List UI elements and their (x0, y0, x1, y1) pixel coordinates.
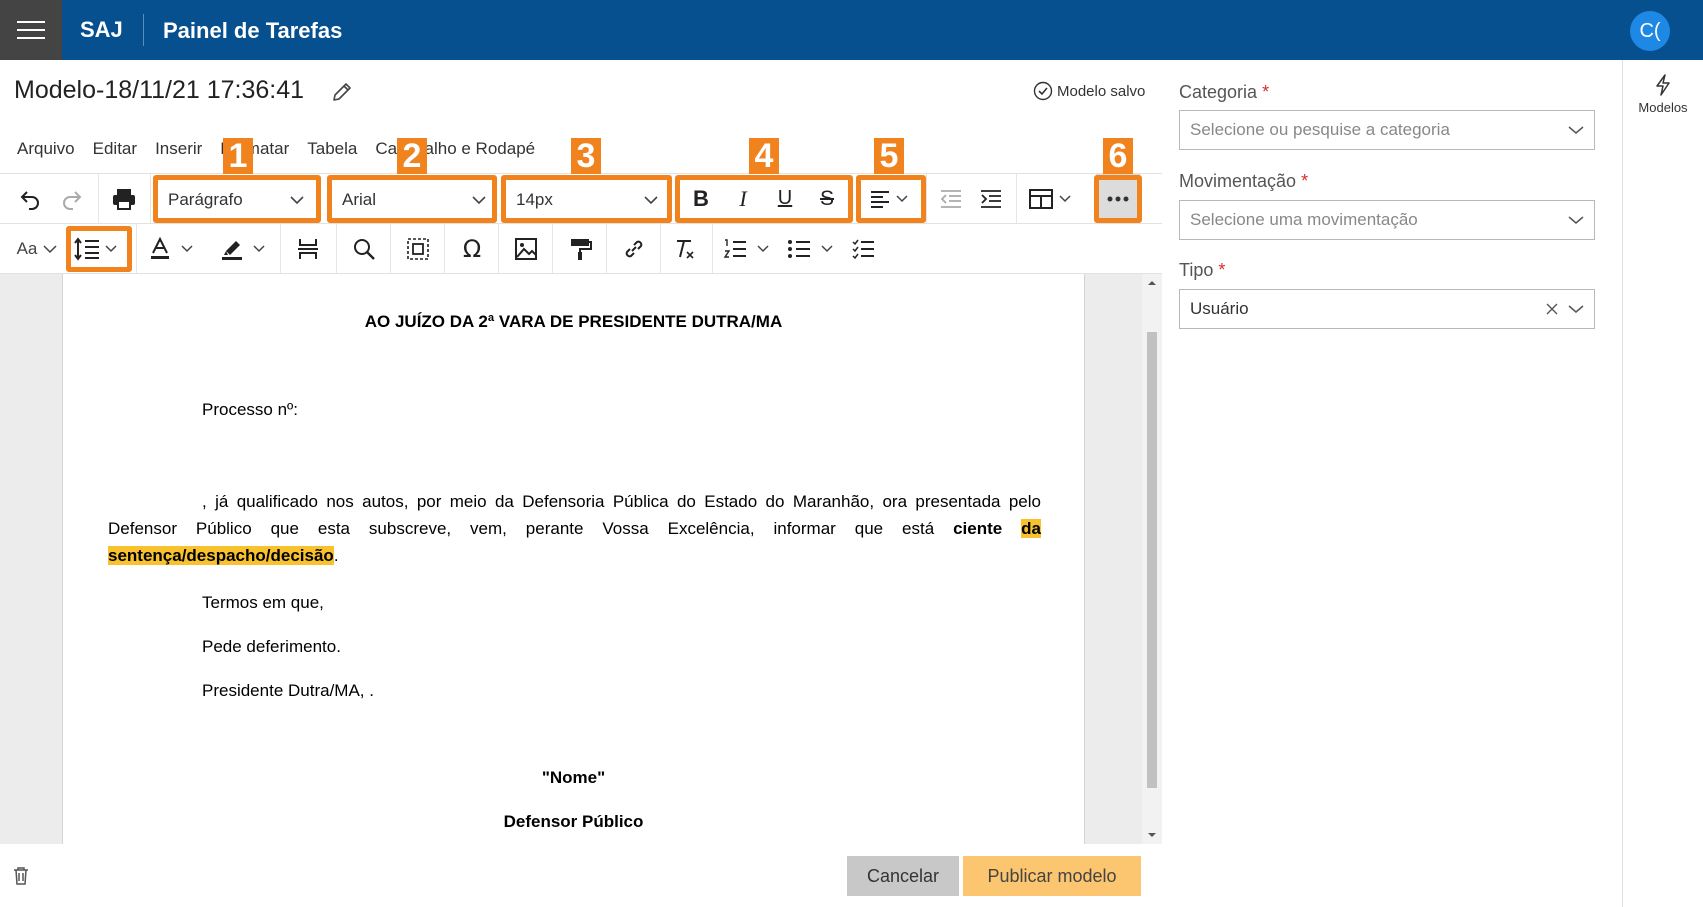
document-heading: AO JUÍZO DA 2ª VARA DE PRESIDENTE DUTRA/… (364, 312, 783, 331)
pencil-icon[interactable] (330, 80, 354, 104)
body-bold-text: ciente (953, 519, 1003, 538)
local-line: Presidente Dutra/MA, . (202, 681, 374, 700)
cancel-button[interactable]: Cancelar (847, 856, 959, 896)
chevron-down-icon (644, 195, 658, 205)
chevron-down-icon (290, 195, 304, 205)
categoria-select[interactable]: Selecione ou pesquise a categoria (1179, 110, 1595, 150)
app-title: Painel de Tarefas (163, 18, 343, 43)
italic-icon[interactable]: I (728, 174, 758, 223)
document-scrollbar[interactable] (1142, 274, 1162, 844)
menu-cabecalho-rodape[interactable]: Cabeçalho e Rodapé (366, 139, 544, 159)
editor-document-area[interactable]: AO JUÍZO DA 2ª VARA DE PRESIDENTE DUTRA/… (0, 274, 1162, 844)
block-format-value: Parágrafo (168, 190, 243, 209)
menu-icon[interactable] (0, 0, 62, 60)
avatar[interactable]: C( (1630, 11, 1670, 51)
categoria-label: Categoria * (1179, 82, 1270, 102)
menu-arquivo[interactable]: Arquivo (8, 139, 84, 159)
page-break-icon[interactable] (282, 224, 334, 273)
highlight-color-icon[interactable] (218, 224, 274, 273)
outdent-icon[interactable] (934, 174, 968, 223)
font-family-value: Arial (342, 190, 377, 209)
link-icon[interactable] (608, 224, 660, 273)
editor-toolbar-secondary: Aa Ω (0, 224, 1162, 274)
callout-number-3: 3 (571, 138, 601, 174)
align-left-icon[interactable] (866, 174, 914, 223)
trash-icon[interactable] (12, 866, 32, 886)
image-icon[interactable] (500, 224, 552, 273)
special-character-icon[interactable]: Ω (446, 224, 498, 273)
bold-icon[interactable]: B (686, 174, 716, 223)
body-text: , já qualificado nos autos, por meio da … (108, 492, 1041, 538)
bullet-list-icon[interactable] (784, 224, 844, 273)
signer-name: "Nome" (541, 768, 606, 787)
termos-line: Termos em que, (202, 593, 324, 612)
callout-number-2: 2 (397, 138, 427, 174)
header-divider (143, 14, 144, 46)
text-color-icon[interactable] (146, 224, 202, 273)
lightning-icon (1623, 74, 1703, 96)
print-icon[interactable] (106, 174, 142, 223)
top-bar: SAJ Painel de Tarefas C( (0, 0, 1703, 60)
block-format-dropdown[interactable]: Parágrafo (160, 184, 312, 216)
font-family-dropdown[interactable]: Arial (334, 184, 494, 216)
side-toolbar: Modelos (1622, 60, 1703, 907)
check-circle-icon (1033, 81, 1053, 101)
document-title: Modelo-18/11/21 17:36:41 (14, 76, 305, 104)
format-painter-icon[interactable] (554, 224, 606, 273)
chevron-down-icon (1568, 215, 1584, 225)
more-options-icon[interactable] (1096, 174, 1140, 223)
tipo-value: Usuário (1190, 299, 1249, 318)
callout-number-6: 6 (1103, 138, 1133, 174)
clear-icon[interactable] (1546, 303, 1558, 315)
chevron-down-icon (472, 195, 486, 205)
movimentacao-select[interactable]: Selecione uma movimentação (1179, 200, 1595, 240)
indent-icon[interactable] (974, 174, 1008, 223)
text-case-dropdown[interactable]: Aa (12, 224, 62, 273)
editor-toolbar-primary: Parágrafo Arial 14px B I U S (0, 173, 1162, 224)
redo-icon[interactable] (54, 174, 90, 223)
document-body-paragraph: , já qualificado nos autos, por meio da … (108, 492, 1041, 565)
strikethrough-icon[interactable]: S (812, 174, 842, 223)
tipo-label: Tipo * (1179, 260, 1226, 280)
movimentacao-placeholder: Selecione uma movimentação (1190, 210, 1418, 229)
underline-icon[interactable]: U (770, 174, 800, 223)
clear-formatting-icon[interactable] (662, 224, 708, 273)
pede-line: Pede deferimento. (202, 637, 341, 656)
scrollbar-thumb[interactable] (1147, 332, 1157, 788)
modelos-button[interactable]: Modelos (1623, 74, 1703, 115)
table-icon[interactable] (1026, 174, 1076, 223)
font-size-value: 14px (516, 190, 553, 209)
numbered-list-icon[interactable] (720, 224, 780, 273)
callout-number-1: 1 (223, 138, 253, 174)
select-all-icon[interactable] (392, 224, 444, 273)
chevron-down-icon (1568, 125, 1584, 135)
modelos-label: Modelos (1638, 100, 1688, 115)
chevron-down-icon (1568, 304, 1584, 314)
tipo-select[interactable]: Usuário (1179, 289, 1595, 329)
document-page[interactable]: AO JUÍZO DA 2ª VARA DE PRESIDENTE DUTRA/… (62, 274, 1085, 844)
movimentacao-label: Movimentação * (1179, 171, 1309, 191)
publish-button[interactable]: Publicar modelo (963, 856, 1141, 896)
properties-panel: Categoria * Selecione ou pesquise a cate… (1162, 60, 1622, 907)
processo-line: Processo nº: (202, 400, 298, 419)
font-size-dropdown[interactable]: 14px (508, 184, 666, 216)
brand-logo[interactable]: SAJ (80, 0, 123, 60)
text-case-label: Aa (16, 238, 38, 258)
saved-status: Modelo salvo (1033, 81, 1145, 101)
menu-tabela[interactable]: Tabela (298, 139, 366, 159)
signer-role: Defensor Público (503, 812, 644, 831)
undo-icon[interactable] (12, 174, 48, 223)
menu-editar[interactable]: Editar (84, 139, 146, 159)
line-height-icon[interactable] (72, 224, 124, 273)
callout-number-5: 5 (874, 138, 904, 174)
search-icon[interactable] (338, 224, 390, 273)
categoria-placeholder: Selecione ou pesquise a categoria (1190, 120, 1450, 139)
callout-number-4: 4 (749, 138, 779, 174)
saved-status-label: Modelo salvo (1057, 82, 1146, 100)
checklist-icon[interactable] (846, 224, 880, 273)
menu-inserir[interactable]: Inserir (146, 139, 211, 159)
